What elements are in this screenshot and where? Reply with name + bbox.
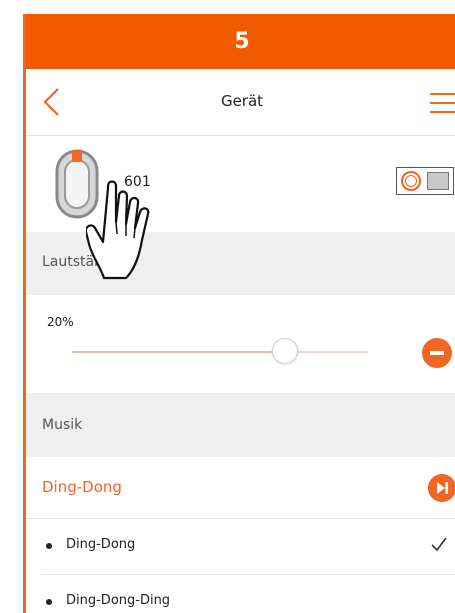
- doorbell-device-icon: [55, 149, 99, 219]
- volume-section-label: Lautstärke: [42, 254, 117, 270]
- volume-percent: 20%: [47, 315, 74, 329]
- volume-slider-thumb[interactable]: [272, 338, 299, 364]
- volume-slider[interactable]: [72, 338, 368, 364]
- play-next-icon[interactable]: [428, 474, 455, 502]
- list-item-ding-dong[interactable]: Ding-Dong: [26, 519, 455, 574]
- list-item-label: Ding-Dong: [66, 537, 136, 552]
- selected-tone-title: Ding-Dong: [42, 478, 122, 496]
- volume-decrease-button[interactable]: [422, 338, 452, 368]
- step-number: 5: [234, 29, 250, 54]
- device-toggle-switch[interactable]: [396, 167, 454, 195]
- toggle-knob: [401, 171, 421, 191]
- device-label: 601: [124, 174, 151, 190]
- bullet-icon: [46, 543, 52, 549]
- page-title: Gerät: [220, 92, 264, 110]
- toggle-slot: [427, 172, 449, 190]
- checkmark-icon: [431, 537, 447, 552]
- volume-section-header: Lautstärke: [26, 232, 455, 295]
- volume-slider-fill: [72, 351, 286, 353]
- music-section-header: Musik: [26, 393, 455, 457]
- step-banner: 5: [26, 14, 455, 69]
- list-item-ding-dong-ding[interactable]: Ding-Dong-Ding: [26, 575, 455, 613]
- device-row: 601: [26, 136, 455, 232]
- outer-frame: 5 Gerät 601 Lautstärke 20% Musik Ding-Do…: [0, 0, 455, 613]
- list-item-label: Ding-Dong-Ding: [66, 593, 171, 608]
- app-header: Gerät: [26, 69, 455, 136]
- volume-row: 20%: [26, 295, 455, 393]
- music-section-label: Musik: [42, 417, 83, 433]
- app-screen: 5 Gerät 601 Lautstärke 20% Musik Ding-Do…: [23, 14, 455, 613]
- menu-icon[interactable]: [428, 91, 455, 115]
- bullet-icon: [46, 599, 52, 605]
- selected-tone-row[interactable]: Ding-Dong: [26, 457, 455, 519]
